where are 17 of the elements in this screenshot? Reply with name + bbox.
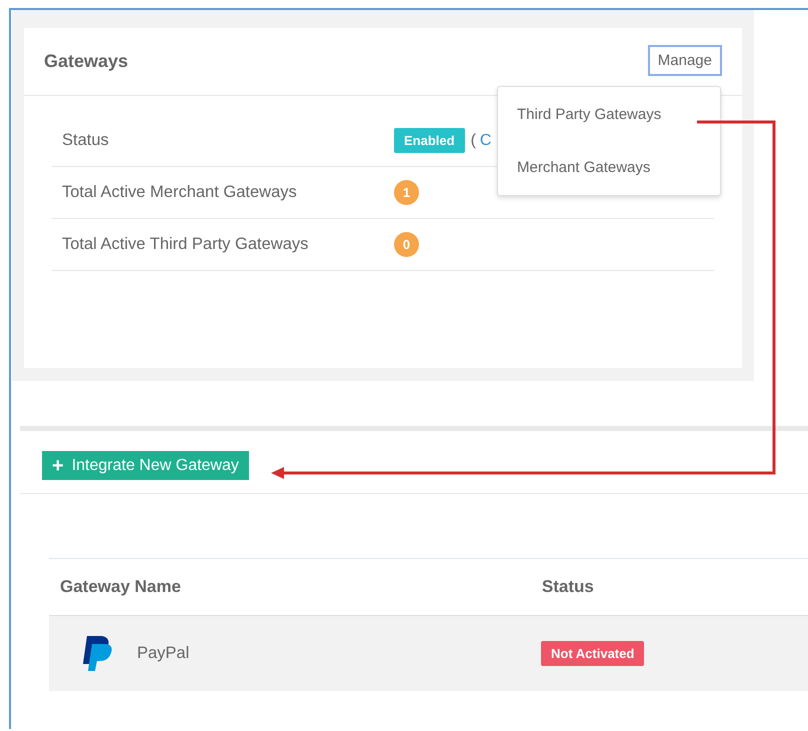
gateway-name: PayPal bbox=[137, 644, 190, 663]
row-label: Total Active Merchant Gateways bbox=[62, 183, 298, 202]
status-badge: Not Activated bbox=[541, 640, 644, 666]
column-header: Status bbox=[540, 577, 595, 597]
plus-icon: + bbox=[52, 456, 64, 476]
count-badge: 0 bbox=[394, 232, 419, 257]
manage-button[interactable]: Manage bbox=[648, 45, 722, 76]
status-link[interactable]: C bbox=[480, 132, 492, 150]
row-label: Total Active Third Party Gateways bbox=[62, 235, 310, 254]
column-header: Gateway Name bbox=[59, 577, 182, 597]
parenthesis: ( bbox=[470, 132, 476, 150]
count-badge: 1 bbox=[394, 180, 419, 205]
menu-item[interactable]: Merchant Gateways bbox=[498, 152, 720, 183]
menu-item[interactable]: Third Party Gateways bbox=[498, 99, 720, 130]
row-label: Status bbox=[62, 131, 110, 150]
status-badge: Enabled bbox=[394, 128, 465, 153]
card-title: Gateways bbox=[44, 51, 128, 72]
